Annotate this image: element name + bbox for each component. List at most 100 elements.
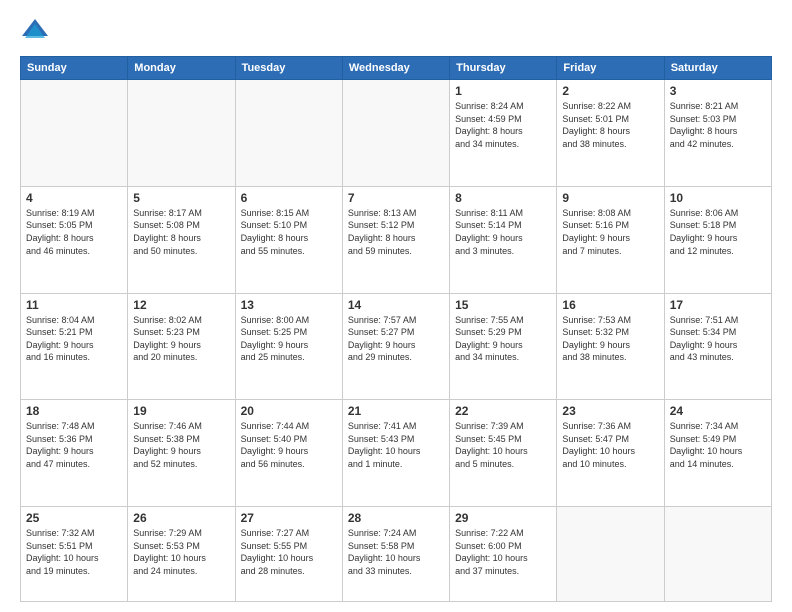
- day-number: 28: [348, 511, 444, 525]
- calendar-cell: 4 Sunrise: 8:19 AM Sunset: 5:05 PM Daylig…: [21, 186, 128, 293]
- day-number: 4: [26, 191, 122, 205]
- weekday-header-thursday: Thursday: [450, 57, 557, 80]
- calendar-cell: 24Sunrise: 7:34 AM Sunset: 5:49 PM Dayli…: [664, 400, 771, 507]
- calendar-cell: 17 Sunrise: 7:51 AM Sunset: 5:34 PM Dayli…: [664, 293, 771, 400]
- day-info: Sunrise: 7:57 AM Sunset: 5:27 PM Dayligh…: [348, 314, 444, 364]
- day-info: Sunrise: 7:34 AM Sunset: 5:49 PM Dayligh…: [670, 420, 766, 470]
- day-number: 19: [133, 404, 229, 418]
- weekday-header-sunday: Sunday: [21, 57, 128, 80]
- weekday-header-friday: Friday: [557, 57, 664, 80]
- day-info: Sunrise: 7:24 AM Sunset: 5:58 PM Dayligh…: [348, 527, 444, 577]
- logo: [20, 16, 54, 46]
- day-number: 27: [241, 511, 337, 525]
- day-number: 10: [670, 191, 766, 205]
- day-number: 9: [562, 191, 658, 205]
- day-info: Sunrise: 8:22 AM Sunset: 5:01 PM Dayligh…: [562, 100, 658, 150]
- day-info: Sunrise: 7:53 AM Sunset: 5:32 PM Dayligh…: [562, 314, 658, 364]
- day-number: 21: [348, 404, 444, 418]
- day-number: 8: [455, 191, 551, 205]
- day-info: Sunrise: 8:04 AM Sunset: 5:21 PM Dayligh…: [26, 314, 122, 364]
- calendar-cell: 25 Sunrise: 7:32 AM Sunset: 5:51 PM Dayli…: [21, 507, 128, 602]
- calendar-cell: 19Sunrise: 7:46 AM Sunset: 5:38 PM Dayli…: [128, 400, 235, 507]
- calendar-cell: 1 Sunrise: 8:24 AM Sunset: 4:59 PM Daylig…: [450, 80, 557, 187]
- day-info: Sunrise: 8:00 AM Sunset: 5:25 PM Dayligh…: [241, 314, 337, 364]
- day-info: Sunrise: 7:22 AM Sunset: 6:00 PM Dayligh…: [455, 527, 551, 577]
- day-info: Sunrise: 7:29 AM Sunset: 5:53 PM Dayligh…: [133, 527, 229, 577]
- day-number: 12: [133, 298, 229, 312]
- day-number: 2: [562, 84, 658, 98]
- day-number: 20: [241, 404, 337, 418]
- calendar-header-row: SundayMondayTuesdayWednesdayThursdayFrid…: [21, 57, 772, 80]
- day-number: 15: [455, 298, 551, 312]
- calendar-cell: 21 Sunrise: 7:41 AM Sunset: 5:43 PM Dayli…: [342, 400, 449, 507]
- day-info: Sunrise: 7:41 AM Sunset: 5:43 PM Dayligh…: [348, 420, 444, 470]
- calendar-cell: 9Sunrise: 8:08 AM Sunset: 5:16 PM Daylig…: [557, 186, 664, 293]
- day-info: Sunrise: 8:19 AM Sunset: 5:05 PM Dayligh…: [26, 207, 122, 257]
- day-number: 18: [26, 404, 122, 418]
- calendar-cell: 6 Sunrise: 8:15 AM Sunset: 5:10 PM Daylig…: [235, 186, 342, 293]
- calendar-cell: 12 Sunrise: 8:02 AM Sunset: 5:23 PM Dayli…: [128, 293, 235, 400]
- calendar-cell: 27 Sunrise: 7:27 AM Sunset: 5:55 PM Dayli…: [235, 507, 342, 602]
- day-info: Sunrise: 8:21 AM Sunset: 5:03 PM Dayligh…: [670, 100, 766, 150]
- day-info: Sunrise: 8:11 AM Sunset: 5:14 PM Dayligh…: [455, 207, 551, 257]
- day-number: 7: [348, 191, 444, 205]
- day-info: Sunrise: 7:36 AM Sunset: 5:47 PM Dayligh…: [562, 420, 658, 470]
- calendar-cell: 3 Sunrise: 8:21 AM Sunset: 5:03 PM Daylig…: [664, 80, 771, 187]
- day-info: Sunrise: 8:13 AM Sunset: 5:12 PM Dayligh…: [348, 207, 444, 257]
- calendar-cell: [557, 507, 664, 602]
- calendar-cell: 10 Sunrise: 8:06 AM Sunset: 5:18 PM Dayli…: [664, 186, 771, 293]
- day-info: Sunrise: 7:39 AM Sunset: 5:45 PM Dayligh…: [455, 420, 551, 470]
- day-number: 3: [670, 84, 766, 98]
- calendar-week-row: 18 Sunrise: 7:48 AM Sunset: 5:36 PM Dayli…: [21, 400, 772, 507]
- calendar-cell: 26 Sunrise: 7:29 AM Sunset: 5:53 PM Dayli…: [128, 507, 235, 602]
- calendar-week-row: 4 Sunrise: 8:19 AM Sunset: 5:05 PM Daylig…: [21, 186, 772, 293]
- calendar-cell: 18 Sunrise: 7:48 AM Sunset: 5:36 PM Dayli…: [21, 400, 128, 507]
- calendar-table: SundayMondayTuesdayWednesdayThursdayFrid…: [20, 56, 772, 602]
- header: [20, 16, 772, 46]
- page: SundayMondayTuesdayWednesdayThursdayFrid…: [0, 0, 792, 612]
- calendar-cell: [342, 80, 449, 187]
- day-number: 23: [562, 404, 658, 418]
- calendar-cell: 20 Sunrise: 7:44 AM Sunset: 5:40 PM Dayli…: [235, 400, 342, 507]
- day-info: Sunrise: 8:06 AM Sunset: 5:18 PM Dayligh…: [670, 207, 766, 257]
- day-info: Sunrise: 8:17 AM Sunset: 5:08 PM Dayligh…: [133, 207, 229, 257]
- calendar-cell: 13 Sunrise: 8:00 AM Sunset: 5:25 PM Dayli…: [235, 293, 342, 400]
- calendar-cell: 14 Sunrise: 7:57 AM Sunset: 5:27 PM Dayli…: [342, 293, 449, 400]
- day-number: 1: [455, 84, 551, 98]
- calendar-cell: 29Sunrise: 7:22 AM Sunset: 6:00 PM Dayli…: [450, 507, 557, 602]
- calendar-week-row: 1 Sunrise: 8:24 AM Sunset: 4:59 PM Daylig…: [21, 80, 772, 187]
- day-number: 13: [241, 298, 337, 312]
- calendar-cell: [664, 507, 771, 602]
- calendar-cell: [235, 80, 342, 187]
- day-info: Sunrise: 7:32 AM Sunset: 5:51 PM Dayligh…: [26, 527, 122, 577]
- calendar-cell: 23 Sunrise: 7:36 AM Sunset: 5:47 PM Dayli…: [557, 400, 664, 507]
- calendar-cell: 16 Sunrise: 7:53 AM Sunset: 5:32 PM Dayli…: [557, 293, 664, 400]
- day-info: Sunrise: 7:55 AM Sunset: 5:29 PM Dayligh…: [455, 314, 551, 364]
- day-number: 26: [133, 511, 229, 525]
- day-info: Sunrise: 7:27 AM Sunset: 5:55 PM Dayligh…: [241, 527, 337, 577]
- day-number: 16: [562, 298, 658, 312]
- day-info: Sunrise: 7:48 AM Sunset: 5:36 PM Dayligh…: [26, 420, 122, 470]
- calendar-cell: 15 Sunrise: 7:55 AM Sunset: 5:29 PM Dayli…: [450, 293, 557, 400]
- calendar-cell: 11 Sunrise: 8:04 AM Sunset: 5:21 PM Dayli…: [21, 293, 128, 400]
- calendar-cell: 2 Sunrise: 8:22 AM Sunset: 5:01 PM Daylig…: [557, 80, 664, 187]
- day-info: Sunrise: 8:02 AM Sunset: 5:23 PM Dayligh…: [133, 314, 229, 364]
- day-number: 11: [26, 298, 122, 312]
- weekday-header-monday: Monday: [128, 57, 235, 80]
- day-info: Sunrise: 8:24 AM Sunset: 4:59 PM Dayligh…: [455, 100, 551, 150]
- day-info: Sunrise: 7:44 AM Sunset: 5:40 PM Dayligh…: [241, 420, 337, 470]
- weekday-header-wednesday: Wednesday: [342, 57, 449, 80]
- calendar-cell: 22 Sunrise: 7:39 AM Sunset: 5:45 PM Dayli…: [450, 400, 557, 507]
- calendar-cell: 7 Sunrise: 8:13 AM Sunset: 5:12 PM Daylig…: [342, 186, 449, 293]
- calendar-cell: 28 Sunrise: 7:24 AM Sunset: 5:58 PM Dayli…: [342, 507, 449, 602]
- calendar-week-row: 25 Sunrise: 7:32 AM Sunset: 5:51 PM Dayli…: [21, 507, 772, 602]
- day-number: 14: [348, 298, 444, 312]
- day-info: Sunrise: 8:15 AM Sunset: 5:10 PM Dayligh…: [241, 207, 337, 257]
- day-info: Sunrise: 7:51 AM Sunset: 5:34 PM Dayligh…: [670, 314, 766, 364]
- day-number: 17: [670, 298, 766, 312]
- calendar-cell: 8 Sunrise: 8:11 AM Sunset: 5:14 PM Daylig…: [450, 186, 557, 293]
- day-number: 22: [455, 404, 551, 418]
- day-number: 25: [26, 511, 122, 525]
- day-number: 6: [241, 191, 337, 205]
- weekday-header-tuesday: Tuesday: [235, 57, 342, 80]
